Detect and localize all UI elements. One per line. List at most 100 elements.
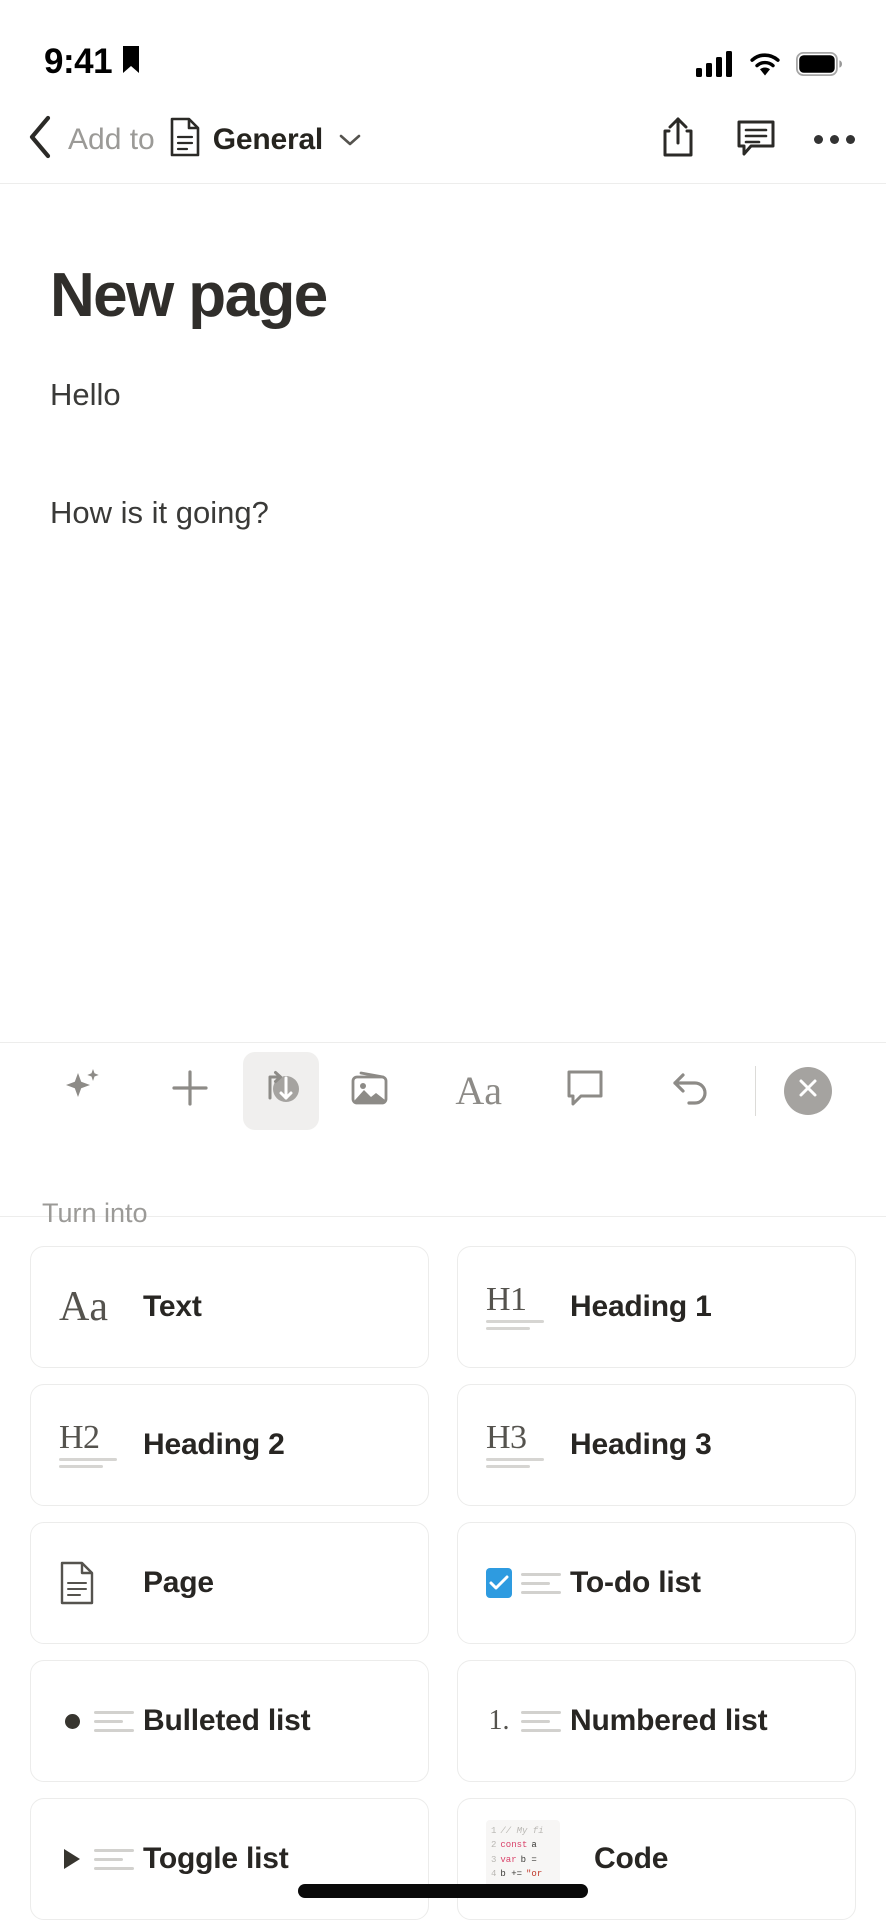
document-icon [169, 117, 201, 162]
block-option-text[interactable]: Aa Text [30, 1246, 429, 1368]
page-title[interactable]: New page [50, 261, 836, 330]
text-block-2[interactable]: How is it going? [50, 492, 836, 534]
toggle-list-icon [59, 1848, 134, 1870]
checkbox-list-icon [486, 1568, 561, 1598]
comment-bubble-icon [564, 1066, 606, 1115]
bulleted-list-icon [59, 1710, 134, 1732]
add-to-label: Add to [68, 122, 155, 156]
number-marker: 1. [486, 1705, 512, 1737]
share-button[interactable] [656, 115, 700, 164]
block-option-todo-list[interactable]: To-do list [457, 1522, 856, 1644]
sheet-inner: Turn into Aa Text H1 Heading 1 H2 Headin… [0, 1198, 886, 1920]
code-token: b += [500, 1868, 523, 1879]
block-option-heading-1[interactable]: H1 Heading 1 [457, 1246, 856, 1368]
cellular-signal-icon [696, 51, 734, 82]
block-option-label: Text [143, 1290, 202, 1323]
code-token: const [500, 1840, 528, 1851]
chevron-left-icon [27, 115, 53, 164]
checkbox-marker [486, 1568, 512, 1598]
block-option-heading-3[interactable]: H3 Heading 3 [457, 1384, 856, 1506]
bookmark-icon [121, 45, 141, 80]
more-horizontal-icon [813, 135, 855, 144]
block-option-label: Toggle list [143, 1842, 289, 1875]
toolbar-divider [755, 1065, 756, 1116]
home-indicator [298, 1884, 588, 1898]
heading-rules [486, 1457, 544, 1468]
heading-2-icon: H2 [59, 1419, 121, 1468]
turn-into-section-label: Turn into [42, 1198, 148, 1228]
code-line-number: 3 [491, 1854, 497, 1865]
block-option-label: Numbered list [570, 1704, 768, 1737]
ai-sparkle-button[interactable] [30, 1052, 137, 1130]
block-option-numbered-list[interactable]: 1. Numbered list [457, 1660, 856, 1782]
text-block-1[interactable]: Hello [50, 374, 836, 416]
block-option-label: Page [143, 1566, 214, 1599]
page-content: New page Hello How is it going? [0, 261, 886, 534]
bullet-marker [59, 1713, 85, 1729]
block-option-code[interactable]: 1// My fi 2 const a 3 var b = 4b += "or Code [457, 1798, 856, 1920]
text-format-button[interactable]: Aa [426, 1052, 533, 1130]
formatting-toolbar: Aa [0, 1042, 886, 1138]
status-bar-left: 9:41 [44, 42, 141, 82]
image-icon [348, 1066, 396, 1115]
block-option-label: Heading 3 [570, 1428, 712, 1461]
code-token: var [500, 1854, 517, 1865]
status-bar-right [696, 51, 842, 82]
comment-button[interactable] [532, 1052, 639, 1130]
heading-rules [486, 1319, 544, 1330]
checkbox-icon [486, 1568, 512, 1598]
nav-actions [656, 115, 864, 164]
block-option-toggle-list[interactable]: Toggle list [30, 1798, 429, 1920]
undo-icon [669, 1066, 715, 1115]
comment-button[interactable] [734, 118, 778, 162]
heading-1-icon: H1 [486, 1281, 548, 1330]
h3-glyph-text: H3 [486, 1419, 527, 1457]
heading-rules [59, 1457, 117, 1468]
close-button[interactable] [784, 1066, 832, 1115]
plus-icon [169, 1067, 211, 1114]
chevron-down-icon [339, 133, 361, 147]
navigation-bar: Add to General [0, 96, 886, 184]
wifi-icon [748, 51, 782, 82]
destination-selector[interactable]: General [169, 117, 361, 162]
code-token: "or [526, 1868, 543, 1879]
list-lines [521, 1572, 561, 1594]
battery-icon [795, 51, 842, 81]
turn-into-button[interactable] [243, 1051, 319, 1130]
number-marker-text: 1. [488, 1705, 510, 1736]
block-option-label: To-do list [570, 1566, 701, 1599]
page-document-icon [59, 1561, 121, 1605]
block-option-heading-2[interactable]: H2 Heading 2 [30, 1384, 429, 1506]
block-option-label: Bulleted list [143, 1704, 311, 1737]
destination-name: General [212, 122, 324, 156]
code-line-number: 4 [491, 1868, 497, 1879]
add-block-button[interactable] [137, 1052, 244, 1130]
undo-button[interactable] [639, 1052, 746, 1130]
block-type-grid: Aa Text H1 Heading 1 H2 Heading 2 H3 Hea… [0, 1202, 886, 1920]
code-line-number: 2 [491, 1840, 497, 1851]
code-token: // My fi [500, 1826, 544, 1836]
block-option-page[interactable]: Page [30, 1522, 429, 1644]
code-line-number: 1 [491, 1826, 497, 1836]
back-button[interactable] [18, 115, 62, 164]
aa-icon: Aa [455, 1068, 503, 1113]
h1-glyph-text: H1 [486, 1281, 527, 1319]
block-type-sheet: Turn into Aa Text H1 Heading 1 H2 Headin… [0, 1198, 886, 1920]
list-lines [94, 1710, 134, 1732]
status-time: 9:41 [44, 42, 113, 81]
block-option-bulleted-list[interactable]: Bulleted list [30, 1660, 429, 1782]
numbered-list-icon: 1. [486, 1705, 561, 1737]
sparkle-icon [62, 1065, 104, 1116]
share-icon [659, 115, 697, 164]
more-options-button[interactable] [812, 118, 856, 162]
comment-icon [735, 116, 777, 163]
code-token: a [531, 1840, 537, 1851]
close-toolbar-wrap [760, 1066, 856, 1115]
h2-glyph-text: H2 [59, 1419, 100, 1457]
status-bar: 9:41 [0, 0, 886, 96]
list-lines [521, 1710, 561, 1732]
close-icon [797, 1077, 819, 1104]
block-option-label: Heading 2 [143, 1428, 285, 1461]
aa-glyph-text: Aa [59, 1284, 108, 1330]
media-button[interactable] [319, 1052, 426, 1130]
